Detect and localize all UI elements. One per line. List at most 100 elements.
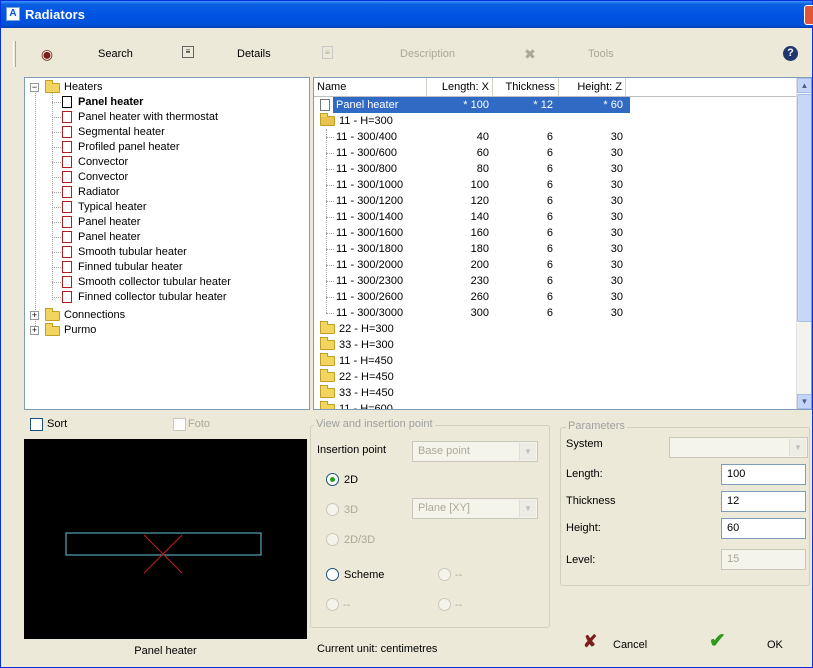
tree-label: Finned tubular heater [78,261,183,273]
radio-option-c [438,598,451,611]
level-input: 15 [721,549,806,570]
folder-icon [320,369,335,382]
details-icon[interactable]: ≡ [182,46,194,58]
row-thickness: 6 [546,307,553,319]
column-length[interactable]: Length: X [427,78,493,96]
toolbar: ◉ Search ≡ Details ≡ Description ✖ Tools… [1,29,812,75]
list-row-selected[interactable]: Panel heater * 100 * 12 * 60 [314,97,798,113]
folder-icon [45,80,60,93]
scroll-down-button[interactable]: ▼ [797,394,811,409]
category-tree[interactable]: − Heaters Panel heater Panel heater with … [24,77,310,410]
tree-line [326,249,334,250]
row-name: 11 - 300/2600 [336,291,404,303]
radiator-list[interactable]: Name Length: X Thickness Y Height: Z Pan… [313,77,812,410]
tools-button: Tools [588,48,614,60]
row-name: 11 - 300/2000 [336,259,404,271]
preview-caption: Panel heater [134,645,197,657]
item-icon [62,186,72,198]
radio-scheme[interactable] [326,568,339,581]
tree-line [326,201,334,202]
expand-icon[interactable]: + [30,311,39,320]
tree-label: Profiled panel heater [78,141,180,153]
ok-check-icon[interactable]: ✔ [709,631,729,651]
list-row[interactable]: 11 - 300/1800 180 6 30 [314,241,798,257]
list-row[interactable]: 11 - 300/2000 200 6 30 [314,257,798,273]
folder-icon [320,353,335,366]
description-icon: ≡ [322,46,333,59]
list-row[interactable]: 11 - 300/1000 100 6 30 [314,177,798,193]
tree-line [326,169,334,170]
list-group[interactable]: 11 - H=600 [314,401,798,409]
list-group[interactable]: 22 - H=300 [314,321,798,337]
group-label: 11 - H=300 [339,115,393,127]
scroll-thumb[interactable] [797,94,811,322]
row-thickness: 6 [546,275,553,287]
radio-option-c-label: -- [455,599,463,611]
collapse-icon[interactable]: − [30,83,39,92]
list-row[interactable]: 11 - 300/1200 120 6 30 [314,193,798,209]
list-row[interactable]: 11 - 300/2300 230 6 30 [314,273,798,289]
row-thickness: 6 [546,227,553,239]
tree-line [35,90,36,330]
list-row[interactable]: 11 - 300/2600 260 6 30 [314,289,798,305]
list-row[interactable]: 11 - 300/1600 160 6 30 [314,225,798,241]
row-thickness: 6 [546,131,553,143]
list-row[interactable]: 11 - 300/400 40 6 30 [314,129,798,145]
sort-checkbox[interactable] [30,418,43,431]
tools-icon: ✖ [524,46,536,62]
row-length: 180 [470,243,489,255]
scroll-up-button[interactable]: ▲ [797,78,811,93]
search-button[interactable]: Search [98,48,133,60]
item-icon [62,141,72,153]
row-name: 11 - 300/400 [336,131,397,143]
list-header: Name Length: X Thickness Y Height: Z [314,78,798,111]
list-scrollbar[interactable]: ▲ ▼ [796,78,811,409]
thickness-input[interactable]: 12 [721,491,806,512]
thickness-label: Thickness [566,495,616,507]
expand-icon[interactable]: + [30,326,39,335]
list-group-open[interactable]: 11 - H=300 [314,113,798,129]
column-height[interactable]: Height: Z [559,78,626,96]
radio-option-a-label: -- [455,569,463,581]
binoculars-icon[interactable]: ◉ [39,46,55,62]
toolbar-grip[interactable] [13,41,16,67]
row-height: 30 [610,195,623,207]
height-input[interactable]: 60 [721,518,806,539]
title-bar[interactable]: A Radiators [1,1,813,28]
insertion-point-label: Insertion point [317,444,387,456]
length-input[interactable]: 100 [721,464,806,485]
list-group[interactable]: 11 - H=450 [314,353,798,369]
row-height: 30 [610,211,623,223]
list-row[interactable]: 11 - 300/3000 300 6 30 [314,305,798,321]
column-thickness[interactable]: Thickness Y [493,78,559,111]
row-name: 11 - 300/800 [336,163,397,175]
chevron-down-icon: ▼ [519,500,536,517]
help-icon[interactable]: ? [783,46,798,61]
tree-line [52,102,61,103]
insertion-point-select: Base point ▼ [412,441,538,462]
row-length: 60 [476,147,489,159]
list-group[interactable]: 22 - H=450 [314,369,798,385]
item-icon [62,171,72,183]
list-row[interactable]: 11 - 300/1400 140 6 30 [314,209,798,225]
tree-label: Connections [64,309,126,321]
close-button[interactable] [804,5,813,25]
radio-2d[interactable] [326,473,339,486]
cancel-button[interactable]: Cancel [613,639,647,651]
ok-button[interactable]: OK [767,639,783,651]
cancel-x-icon[interactable]: ✘ [583,633,601,651]
window-title: Radiators [25,7,85,22]
list-row[interactable]: 11 - 300/800 80 6 30 [314,161,798,177]
list-group[interactable]: 33 - H=450 [314,385,798,401]
row-length: 230 [470,275,489,287]
list-group[interactable]: 33 - H=300 [314,337,798,353]
row-height: 30 [610,179,623,191]
row-height: 30 [610,147,623,159]
tree-line [326,297,334,298]
tree-label: Typical heater [78,201,147,213]
list-row[interactable]: 11 - 300/600 60 6 30 [314,145,798,161]
details-button[interactable]: Details [237,48,271,60]
column-name[interactable]: Name [314,78,427,96]
tree-line [52,162,61,163]
folder-icon [320,337,335,350]
